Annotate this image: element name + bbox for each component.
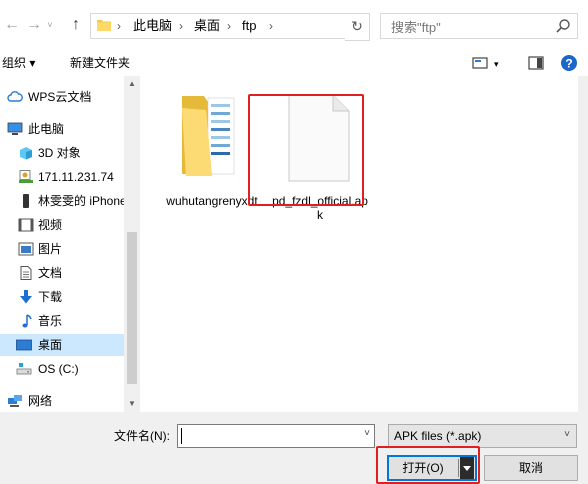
sidebar-item-documents[interactable]: 文档 [0,262,124,284]
crumb-this-pc[interactable]: 此电脑 [133,18,172,34]
documents-icon [20,266,32,280]
toolbar: 组织 ▾ 新建文件夹 ▾ ? [0,50,588,76]
file-item-folder[interactable]: wuhutangrenyxdt [164,90,260,230]
sidebar-item-label: 3D 对象 [38,146,81,160]
sidebar-item-network-drive[interactable]: 171.11.231.74 [0,166,124,188]
sidebar-item-label: 图片 [38,242,63,256]
sidebar-item-3d-objects[interactable]: 3D 对象 [0,142,124,164]
file-name: wuhutangrenyxdt [166,194,258,208]
drive-icon [16,363,32,375]
search-icon [556,19,570,33]
back-arrow-icon[interactable]: ← [2,15,22,35]
computer-icon [7,122,23,135]
sidebar-item-label: 视频 [38,218,63,232]
sidebar-item-downloads[interactable]: 下载 [0,286,124,308]
preview-pane-icon[interactable] [528,54,544,72]
address-row: ← → ˅ ↑ › 此电脑 › 桌面 › ftp › ˅ ↻ [0,0,588,50]
filename-input[interactable] [182,427,356,447]
scroll-down-icon[interactable]: ▼ [124,396,140,412]
view-options-icon[interactable] [472,54,488,72]
crumb-ftp[interactable]: ftp [242,18,256,34]
help-icon[interactable]: ? [560,54,578,72]
crumb-desktop[interactable]: 桌面 [194,18,220,34]
sidebar-item-music[interactable]: 音乐 [0,310,124,332]
3d-objects-icon [20,147,32,160]
up-arrow-icon[interactable]: ↑ [66,15,86,35]
address-bar[interactable]: › 此电脑 › 桌面 › ftp › ˅ [90,13,415,39]
sidebar-scrollbar[interactable]: ▲ ▼ [124,76,140,412]
sidebar-item-os-c[interactable]: OS (C:) [0,358,124,380]
sidebar-item-pictures[interactable]: 图片 [0,238,124,260]
pictures-icon [18,242,34,256]
filename-label: 文件名(N): [114,429,170,443]
svg-text:?: ? [565,57,572,71]
sidebar-item-label: 171.11.231.74 [38,170,114,184]
sidebar-item-videos[interactable]: 视频 [0,214,124,236]
network-icon [8,395,22,407]
sidebar-item-desktop[interactable]: 桌面 [0,334,124,356]
sidebar-item-label: 此电脑 [28,122,65,136]
crumb-separator: › [117,19,121,33]
crumb-separator: › [227,19,231,33]
view-dropdown-icon[interactable]: ▾ [494,54,499,74]
organize-button[interactable]: 组织 ▾ [2,53,35,73]
sidebar-item-label: 文档 [38,266,63,280]
scroll-thumb[interactable] [127,232,137,384]
chevron-down-icon: ˅ [564,429,570,440]
file-list-edge [578,76,588,412]
sidebar-item-label: 网络 [28,394,53,408]
phone-icon [23,194,29,208]
sidebar-item-label: 林雯雯的 iPhone [38,194,124,208]
cancel-button[interactable]: 取消 [484,455,578,481]
music-icon [22,314,32,328]
bottom-panel: 文件名(N): ˅ APK files (*.apk) ˅ 打开(O) 取消 [0,412,588,484]
chevron-down-icon[interactable]: ˅ [364,428,370,439]
sidebar-item-label: WPS云文档 [28,90,92,104]
filetype-select[interactable]: APK files (*.apk) ˅ [388,424,577,448]
search-box[interactable] [380,13,578,39]
new-folder-button[interactable]: 新建文件夹 [70,53,130,73]
folder-icon [182,96,235,176]
network-drive-icon [19,170,33,183]
scroll-up-icon[interactable]: ▲ [124,76,140,92]
navigation-pane: WPS云文档 此电脑 3D 对象 171.11.231.74 林雯雯的 iPho… [0,76,140,412]
cloud-icon [7,91,23,102]
file-list: wuhutangrenyxdt pd_fzdl_official.apk [140,76,588,412]
sidebar-item-iphone[interactable]: 林雯雯的 iPhone [0,190,124,212]
refresh-icon: ↻ [351,18,363,34]
video-icon [18,218,34,232]
folder-icon [97,20,111,31]
highlight-box [248,94,364,206]
sidebar-item-network[interactable]: 网络 [0,390,124,412]
history-dropdown-icon[interactable]: ˅ [44,15,56,35]
highlight-box [376,446,480,484]
crumb-separator: › [269,19,273,33]
search-input[interactable] [389,17,553,37]
sidebar-item-label: OS (C:) [38,362,79,376]
refresh-button[interactable]: ↻ [345,13,370,41]
sidebar-item-wps-cloud[interactable]: WPS云文档 [0,86,124,108]
filetype-value: APK files (*.apk) [394,429,482,443]
sidebar-item-this-pc[interactable]: 此电脑 [0,118,124,140]
sidebar-item-label: 桌面 [38,338,63,352]
sidebar-item-label: 下载 [38,290,63,304]
sidebar-item-label: 音乐 [38,314,63,328]
crumb-separator: › [179,19,183,33]
filename-field[interactable]: ˅ [177,424,375,448]
forward-arrow-icon[interactable]: → [24,15,44,35]
desktop-icon [16,339,32,351]
download-icon [20,290,32,304]
